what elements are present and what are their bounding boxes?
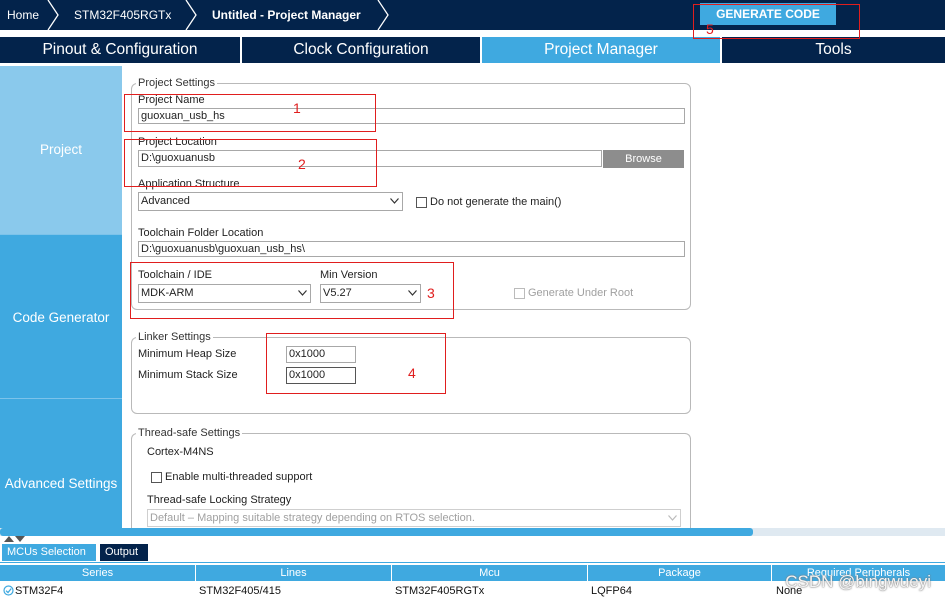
annotation-number: 5: [706, 21, 714, 37]
sidebar-item-project[interactable]: Project: [0, 66, 122, 234]
no-main-label: Do not generate the main(): [430, 196, 562, 208]
group-title: Thread-safe Settings: [136, 427, 243, 439]
chevron-right-icon: [185, 0, 197, 30]
table-cell: LQFP64: [591, 585, 632, 597]
annotation-box-4: [266, 333, 446, 394]
tab-pinout-configuration[interactable]: Pinout & Configuration: [0, 37, 240, 63]
chevron-right-icon: [377, 0, 389, 30]
column-header[interactable]: Mcu: [392, 565, 588, 581]
sidebar-item-label: Project: [39, 142, 83, 157]
group-title: Project Settings: [136, 77, 218, 89]
collapse-arrows-icon[interactable]: [4, 535, 26, 543]
sidebar-item-advanced-settings[interactable]: Advanced Settings: [0, 398, 122, 530]
selected-value: Advanced: [141, 195, 190, 207]
horizontal-scrollbar-thumb[interactable]: [0, 528, 753, 536]
heap-size-label: Minimum Heap Size: [138, 348, 237, 360]
browse-button[interactable]: Browse: [603, 150, 684, 168]
annotation-number: 3: [427, 285, 435, 301]
tab-mcus-selection[interactable]: MCUs Selection: [2, 544, 96, 561]
stack-size-label: Minimum Stack Size: [138, 369, 238, 381]
toolchain-folder-label: Toolchain Folder Location: [138, 227, 264, 239]
annotation-number: 4: [408, 365, 416, 381]
annotation-box-2: [124, 139, 377, 187]
breadcrumb-home[interactable]: Home: [7, 0, 39, 30]
table-cell: STM32F4: [15, 585, 64, 597]
multi-thread-checkbox[interactable]: [151, 472, 162, 483]
application-structure-select[interactable]: Advanced: [138, 192, 403, 211]
locking-strategy-label: Thread-safe Locking Strategy: [147, 494, 292, 506]
column-header[interactable]: Lines: [196, 565, 392, 581]
column-header[interactable]: Package: [588, 565, 772, 581]
chevron-down-icon: [390, 198, 399, 206]
annotation-number: 1: [293, 100, 301, 116]
divider: [0, 562, 945, 563]
locking-strategy-select[interactable]: Default – Mapping suitable strategy depe…: [147, 509, 681, 527]
multi-thread-label: Enable multi-threaded support: [165, 471, 313, 483]
generate-under-root-label: Generate Under Root: [528, 287, 634, 299]
sidebar-item-label: Advanced Settings: [4, 476, 118, 491]
chevron-right-icon: [47, 0, 59, 30]
bottom-tabs: MCUs Selection Output: [0, 544, 945, 562]
sidebar-item-label: Code Generator: [12, 310, 110, 325]
chevron-down-icon: [668, 515, 677, 523]
group-title: Linker Settings: [136, 331, 213, 343]
table-cell: STM32F405/415: [199, 585, 281, 597]
breadcrumb-chip[interactable]: STM32F405RGTx: [74, 0, 171, 30]
breadcrumb-project[interactable]: Untitled - Project Manager: [212, 0, 361, 30]
generate-under-root-checkbox[interactable]: [514, 288, 525, 299]
annotation-box-1: [124, 94, 376, 132]
tab-output[interactable]: Output: [100, 544, 148, 561]
watermark: CSDN @bingwueyi: [785, 572, 931, 591]
annotation-box-5: [693, 4, 860, 39]
selected-value: Default – Mapping suitable strategy depe…: [150, 512, 475, 524]
tab-project-manager[interactable]: Project Manager: [480, 37, 720, 63]
table-cell: STM32F405RGTx: [395, 585, 485, 597]
annotation-box-3: [130, 262, 454, 319]
toolchain-folder-input[interactable]: D:\guoxuanusb\guoxuan_usb_hs\: [138, 241, 685, 257]
main-tabs: Pinout & Configuration Clock Configurati…: [0, 37, 945, 63]
column-header[interactable]: Series: [0, 565, 196, 581]
core-label: Cortex-M4NS: [147, 446, 214, 458]
no-main-checkbox[interactable]: [416, 197, 427, 208]
tab-clock-configuration[interactable]: Clock Configuration: [240, 37, 480, 63]
tab-tools[interactable]: Tools: [720, 37, 945, 63]
sidebar-item-code-generator[interactable]: Code Generator: [0, 234, 122, 398]
annotation-number: 2: [298, 156, 306, 172]
check-circle-icon: [3, 585, 14, 596]
